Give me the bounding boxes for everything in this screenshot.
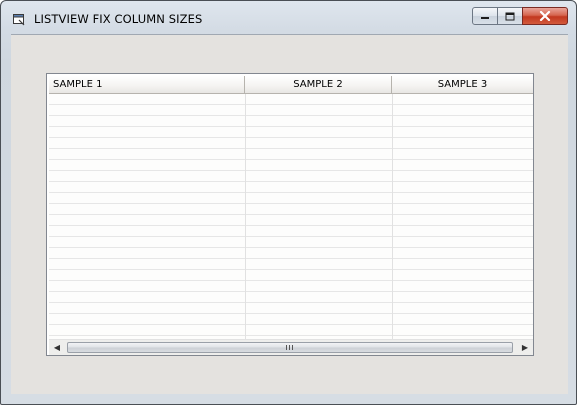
maximize-button[interactable] [497, 7, 523, 25]
close-button[interactable] [522, 7, 568, 25]
column-header-sample-2[interactable]: SAMPLE 2 [245, 76, 392, 93]
horizontal-scrollbar[interactable]: ◀ ▶ [49, 339, 533, 355]
window-title: LISTVIEW FIX COLUMN SIZES [34, 12, 203, 26]
main-window: LISTVIEW FIX COLUMN SIZES SAMPLE 1 SAMPL… [0, 0, 577, 405]
listview-header: SAMPLE 1 SAMPLE 2 SAMPLE 3 [49, 76, 533, 94]
close-icon [539, 11, 551, 21]
listview[interactable]: SAMPLE 1 SAMPLE 2 SAMPLE 3 ◀ ▶ [46, 73, 534, 356]
maximize-icon [505, 12, 515, 20]
scrollbar-thumb[interactable] [67, 342, 513, 353]
column-header-sample-1[interactable]: SAMPLE 1 [49, 76, 245, 93]
minimize-button[interactable] [472, 7, 498, 25]
client-area: SAMPLE 1 SAMPLE 2 SAMPLE 3 ◀ ▶ [11, 34, 568, 394]
title-bar[interactable]: LISTVIEW FIX COLUMN SIZES [1, 1, 576, 33]
scroll-right-arrow-icon[interactable]: ▶ [517, 340, 533, 355]
column-header-sample-3[interactable]: SAMPLE 3 [392, 76, 533, 93]
grip-icon [286, 345, 294, 350]
listview-rows[interactable] [49, 94, 533, 340]
column-divider [392, 94, 393, 340]
window-app-icon[interactable] [12, 12, 26, 26]
column-divider [245, 94, 246, 340]
minimize-icon [481, 17, 489, 19]
scroll-left-arrow-icon[interactable]: ◀ [49, 340, 65, 355]
